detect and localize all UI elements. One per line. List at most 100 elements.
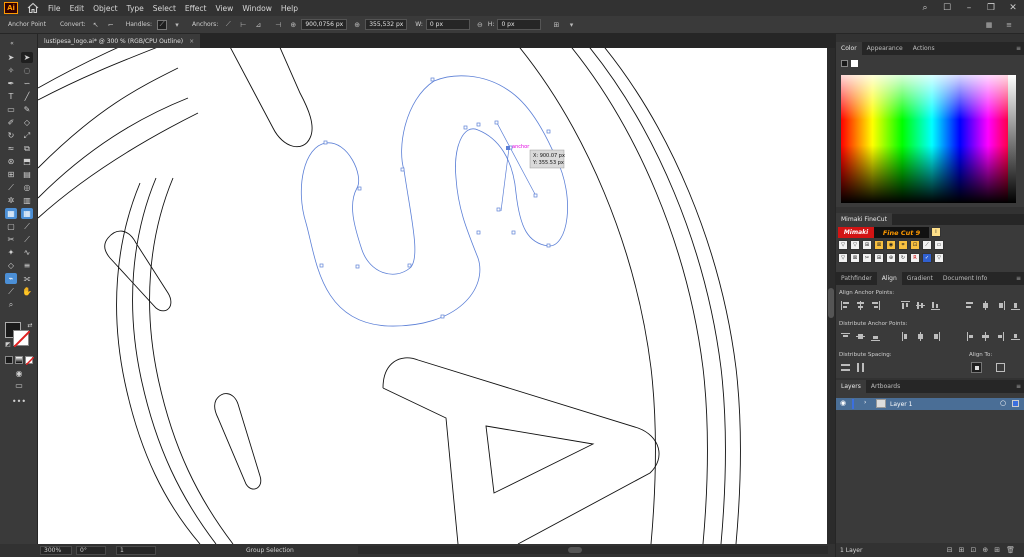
distribute-obj-center-icon[interactable] [981, 332, 990, 341]
layers-panel-menu-icon[interactable]: ≡ [1016, 383, 1024, 390]
tab-artboards[interactable]: Artboards [866, 380, 905, 393]
connect-anchor-icon[interactable]: ⊢ [238, 20, 248, 30]
smooth-tool-icon[interactable]: ≡ [21, 260, 33, 271]
link-icon[interactable]: ⊖ [475, 20, 485, 30]
gradient-icon[interactable]: ▤ [21, 169, 33, 180]
mimaki-tool-g-icon[interactable]: ▽ [838, 253, 848, 263]
tab-appearance[interactable]: Appearance [862, 42, 908, 55]
arrange-documents-icon[interactable]: ▦ [984, 20, 994, 30]
more-options-icon[interactable]: ▾ [566, 20, 576, 30]
align-object-left-icon[interactable] [966, 301, 975, 310]
shaper-icon[interactable]: ✐ [5, 117, 17, 128]
eyedropper-icon[interactable]: ⟋ [5, 182, 17, 193]
free-transform-icon[interactable]: ⧉ [21, 143, 33, 154]
align-to-artboard-icon[interactable] [996, 363, 1005, 372]
mimaki-tool-n-icon[interactable]: ✓ [922, 253, 932, 263]
convert-corner-icon[interactable]: ↖ [91, 20, 101, 30]
minimize-icon[interactable]: – [958, 3, 980, 13]
blend-icon[interactable]: ◎ [21, 182, 33, 193]
tab-align[interactable]: Align [876, 272, 902, 285]
edit-toolbar-icon[interactable]: ••• [12, 396, 26, 407]
direct-selection-tool-icon[interactable]: ➤ [21, 52, 33, 63]
mimaki-tool-icon[interactable]: ▦ [5, 208, 17, 219]
selected-path-s[interactable] [300, 75, 568, 327]
gradient-mode-icon[interactable] [15, 356, 23, 364]
knife-icon[interactable]: ⟋ [21, 234, 33, 245]
eyedropper-2-icon[interactable]: ⟋ [5, 286, 17, 297]
tab-color[interactable]: Color [836, 42, 862, 55]
distribute-hcenter-icon[interactable] [916, 332, 925, 341]
type-tool-icon[interactable]: T [5, 91, 17, 102]
distribute-hspace-icon[interactable] [856, 363, 865, 372]
show-handles-icon[interactable]: ⟋ [157, 19, 168, 30]
align-object-center-icon[interactable] [981, 301, 990, 310]
menu-file[interactable]: File [48, 4, 61, 13]
mimaki-tool-f-icon[interactable]: ▭ [934, 240, 944, 250]
align-bottom-icon[interactable] [931, 301, 940, 310]
align-object-right-icon[interactable] [996, 301, 1005, 310]
distribute-obj-left-icon[interactable] [966, 332, 975, 341]
restore-icon[interactable]: ❐ [980, 3, 1002, 13]
swap-fill-stroke-icon[interactable]: ⇄ [24, 320, 36, 331]
mimaki-tool-k-icon[interactable]: ⊕ [886, 253, 896, 263]
selection-tool-icon[interactable]: ➤ [5, 52, 17, 63]
color-stroke-swatch[interactable] [851, 60, 858, 67]
distribute-right-icon[interactable] [931, 332, 940, 341]
home-icon[interactable] [27, 2, 39, 14]
layer-row[interactable]: ◉ › Layer 1 ○ [836, 398, 1024, 410]
eraser-icon[interactable]: ◇ [21, 117, 33, 128]
expand-layer-icon[interactable]: › [864, 399, 866, 406]
rectangle-tool-icon[interactable]: ▭ [5, 104, 17, 115]
mimaki-tool-h-icon[interactable]: ⊠ [850, 253, 860, 263]
mimaki-tool-m-icon[interactable]: R [910, 253, 920, 263]
layers-footer-icons[interactable]: ⊟⊞⊡⊕⊞🗑 [947, 546, 1021, 554]
convert-smooth-icon[interactable]: ⌐ [106, 20, 116, 30]
puppet-warp-icon[interactable]: ✦ [5, 247, 17, 258]
menu-object[interactable]: Object [93, 4, 117, 13]
menu-type[interactable]: Type [127, 4, 144, 13]
warp-icon[interactable]: ∿ [21, 247, 33, 258]
cut-path-icon[interactable]: ⊿ [253, 20, 263, 30]
distribute-obj-right-icon[interactable] [996, 332, 1005, 341]
default-colors-icon[interactable]: ◩ [2, 339, 14, 350]
lasso-icon[interactable]: ◌ [21, 65, 33, 76]
curvature-icon[interactable]: ∽ [21, 78, 33, 89]
draw-mode-icon[interactable]: ◉ [13, 368, 25, 379]
mimaki-tool-l-icon[interactable]: ↻ [898, 253, 908, 263]
vertical-scroll-thumb[interactable] [828, 288, 834, 318]
rotation-field[interactable]: 0° [76, 546, 106, 555]
distribute-obj-bottom-icon[interactable] [1011, 332, 1020, 341]
scissors-icon[interactable]: ✂ [5, 234, 17, 245]
symbol-sprayer-icon[interactable]: ✲ [5, 195, 17, 206]
h-field[interactable]: 0 px [497, 19, 542, 30]
mimaki-tool-c-icon[interactable]: ⌗ [898, 240, 908, 250]
x-field[interactable]: 900,0756 px [301, 19, 348, 30]
artboard-field[interactable]: 1 [116, 546, 156, 555]
distribute-vcenter-icon[interactable] [856, 332, 865, 341]
magic-wand-icon[interactable]: ✧ [5, 65, 17, 76]
column-graph-icon[interactable]: ▥ [21, 195, 33, 206]
horizontal-scroll-thumb[interactable] [568, 547, 582, 553]
shape-builder-icon[interactable]: ⊛ [5, 156, 17, 167]
mimaki-tool-j-icon[interactable]: ⊞ [874, 253, 884, 263]
menu-effect[interactable]: Effect [185, 4, 207, 13]
hand-tool-icon[interactable]: ✋ [21, 286, 33, 297]
slice-tool-icon[interactable]: ⟋ [21, 221, 33, 232]
tab-layers[interactable]: Layers [836, 380, 866, 393]
pen-tool-icon[interactable]: ✒ [5, 78, 17, 89]
stroke-swatch[interactable] [13, 330, 30, 347]
mimaki-tool-i-icon[interactable]: ✂ [862, 253, 872, 263]
tab-document-info[interactable]: Document Info [938, 272, 992, 285]
eraser-2-icon[interactable]: ◇ [5, 260, 17, 271]
menu-help[interactable]: Help [281, 4, 298, 13]
menu-select[interactable]: Select [153, 4, 176, 13]
mesh-icon[interactable]: ⊞ [5, 169, 17, 180]
menu-window[interactable]: Window [242, 4, 272, 13]
collapse-icon[interactable]: « [6, 38, 18, 49]
selection-indicator[interactable] [1012, 400, 1019, 407]
align-to-selection-button[interactable] [971, 362, 982, 373]
align-top-icon[interactable] [901, 301, 910, 310]
tab-pathfinder[interactable]: Pathfinder [836, 272, 877, 285]
eye-icon[interactable]: ◉ [840, 399, 846, 407]
mimaki-tool-o-icon[interactable]: ▽ [934, 253, 944, 263]
